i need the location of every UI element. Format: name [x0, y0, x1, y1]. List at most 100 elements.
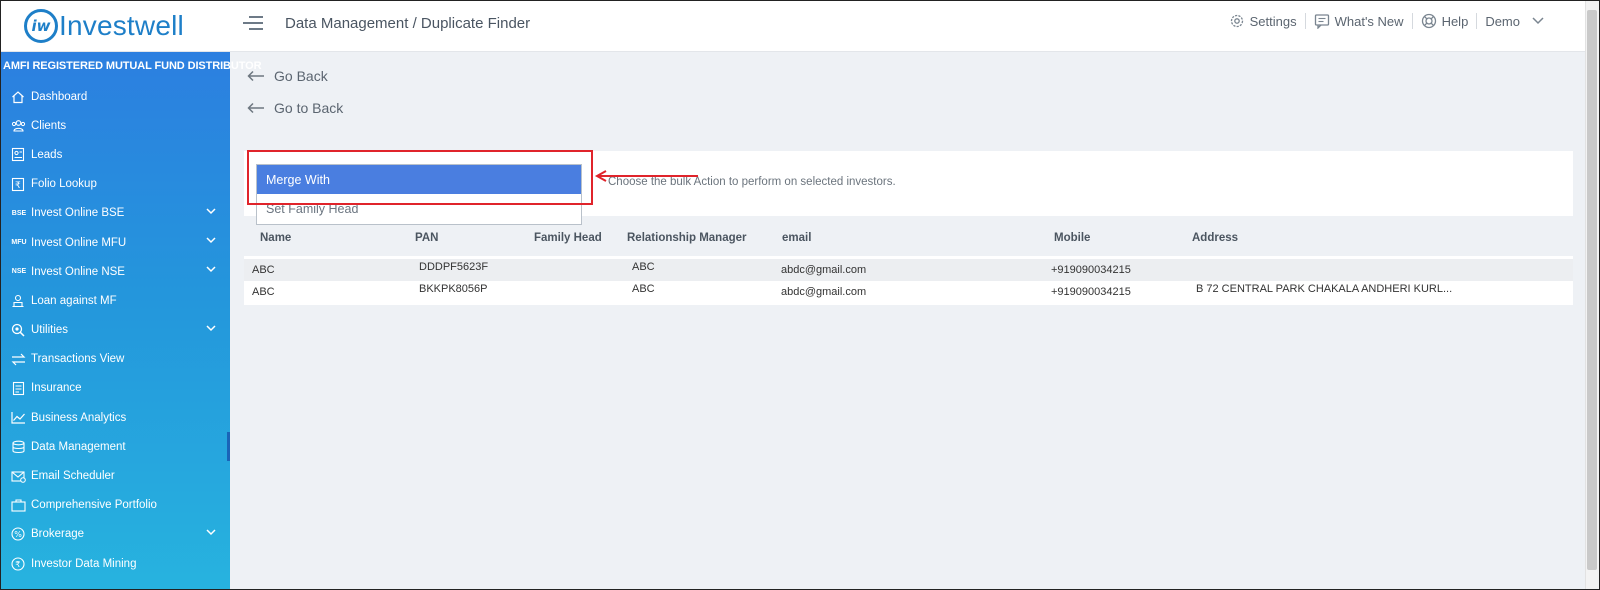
sidebar-item-label: Invest Online MFU — [31, 236, 127, 249]
breadcrumb: Data Management / Duplicate Finder — [285, 15, 531, 32]
table-row[interactable]: ABC BKKPK8056P ABC abdc@gmail.com +91909… — [244, 281, 1573, 303]
message-icon — [1314, 14, 1329, 29]
whats-new-link[interactable]: What's New — [1306, 13, 1412, 29]
go-back-link[interactable]: Go Back — [247, 68, 328, 84]
sidebar-item-label: Clients — [31, 119, 67, 132]
go-to-back-label: Go to Back — [274, 100, 344, 116]
whats-new-label: What's New — [1334, 13, 1404, 29]
logo[interactable]: iw Investwell — [24, 8, 184, 44]
sidebar-item-label: Business Analytics — [31, 411, 127, 424]
sidebar-item-folio-lookup[interactable]: ₹ Folio Lookup — [0, 170, 230, 199]
chevron-down-icon — [206, 208, 216, 214]
go-back-label: Go Back — [274, 68, 328, 84]
cell-pan: DDDPF5623F — [419, 261, 489, 273]
cell-address: B 72 CENTRAL PARK CHAKALA ANDHERI KURL..… — [1196, 283, 1453, 295]
chevron-down-icon — [206, 237, 216, 243]
column-header-relationship-manager[interactable]: Relationship Manager — [627, 232, 747, 244]
sidebar-item-investor-data-mining[interactable]: ₹ Investor Data Mining — [0, 549, 230, 578]
column-header-mobile[interactable]: Mobile — [1054, 232, 1090, 244]
cell-name: ABC — [252, 264, 275, 276]
analytics-icon — [10, 410, 26, 426]
column-header-name[interactable]: Name — [260, 232, 291, 244]
header-actions: Settings What's New Help Demo — [1221, 13, 1557, 29]
sidebar-item-email-scheduler[interactable]: Email Scheduler — [0, 461, 230, 490]
help-link[interactable]: Help — [1413, 13, 1477, 29]
help-label: Help — [1441, 13, 1469, 29]
arrow-left-icon — [247, 70, 264, 82]
top-bar: iw Investwell Data Management / Duplicat… — [0, 0, 1585, 52]
loan-icon — [10, 293, 26, 309]
column-header-address[interactable]: Address — [1192, 232, 1238, 244]
sidebar-item-clients[interactable]: Clients — [0, 111, 230, 140]
cell-rm: ABC — [632, 283, 655, 295]
sidebar-item-transactions-view[interactable]: Transactions View — [0, 345, 230, 374]
logo-badge-icon: iw — [24, 9, 58, 43]
sidebar-item-label: Data Management — [31, 440, 126, 453]
sidebar-item-business-analytics[interactable]: Business Analytics — [0, 403, 230, 432]
percent-icon: % — [10, 526, 26, 542]
settings-label: Settings — [1249, 13, 1297, 29]
sidebar-item-label: Invest Online NSE — [31, 265, 125, 278]
chevron-down-icon — [206, 266, 216, 273]
sidebar-menu: Dashboard Clients Leads ₹ Folio Lookup B… — [0, 82, 230, 578]
sidebar-item-label: Leads — [31, 148, 63, 161]
sidebar-item-invest-mfu[interactable]: MFU Invest Online MFU — [0, 228, 230, 257]
sidebar-item-brokerage[interactable]: % Brokerage — [0, 520, 230, 549]
cell-rm: ABC — [632, 261, 655, 273]
gear-icon — [1230, 14, 1243, 28]
sidebar-item-label: Brokerage — [31, 528, 85, 541]
chevron-down-icon — [206, 324, 216, 331]
users-icon — [10, 118, 26, 134]
insurance-icon — [10, 380, 26, 396]
sidebar-item-insurance[interactable]: Insurance — [0, 374, 230, 403]
cell-email: abdc@gmail.com — [781, 286, 867, 298]
sidebar-item-invest-bse[interactable]: BSE Invest Online BSE — [0, 199, 230, 228]
active-indicator — [227, 432, 230, 462]
svg-text:₹: ₹ — [15, 560, 20, 569]
data-icon — [10, 439, 26, 455]
sidebar-item-dashboard[interactable]: Dashboard — [0, 82, 230, 111]
leads-icon — [10, 147, 26, 163]
transfer-icon — [10, 351, 26, 367]
cell-name: ABC — [252, 286, 275, 298]
sidebar-item-leads[interactable]: Leads — [0, 140, 230, 169]
chevron-down-icon — [206, 529, 216, 535]
sidebar-item-label: Dashboard — [31, 90, 88, 103]
go-to-back-link[interactable]: Go to Back — [247, 100, 343, 116]
column-header-pan[interactable]: PAN — [415, 232, 438, 244]
svg-text:₹: ₹ — [15, 181, 21, 191]
cell-mobile: +919090034215 — [1051, 264, 1131, 276]
svg-text:%: % — [14, 530, 22, 539]
sidebar-item-invest-nse[interactable]: NSE Invest Online NSE — [0, 257, 230, 286]
arrow-left-annotation-icon — [594, 170, 698, 182]
home-icon — [10, 89, 26, 105]
column-header-family-head[interactable]: Family Head — [534, 232, 602, 244]
user-menu[interactable]: Demo — [1477, 14, 1557, 29]
user-name: Demo — [1485, 13, 1520, 29]
sidebar-item-label: Insurance — [31, 382, 82, 395]
menu-toggle-icon[interactable] — [243, 16, 263, 34]
sidebar-item-utilities[interactable]: Utilities — [0, 316, 230, 345]
column-header-email[interactable]: email — [782, 232, 811, 244]
mfu-icon: MFU — [11, 239, 27, 247]
utilities-icon — [10, 322, 26, 338]
sidebar-item-label: Transactions View — [31, 353, 125, 366]
rupee-doc-icon: ₹ — [10, 176, 26, 192]
chevron-down-icon — [1532, 17, 1544, 25]
email-icon — [10, 468, 26, 484]
sidebar-item-label: Invest Online BSE — [31, 207, 125, 220]
mining-icon: ₹ — [10, 556, 26, 572]
logo-text: Investwell — [59, 10, 184, 41]
sidebar-item-label: Folio Lookup — [31, 178, 97, 191]
sidebar-item-data-management[interactable]: Data Management — [0, 432, 230, 462]
portfolio-icon — [10, 497, 26, 513]
scrollbar-thumb[interactable] — [1587, 10, 1597, 570]
sidebar-item-loan[interactable]: Loan against MF — [0, 286, 230, 315]
sidebar-item-comprehensive-portfolio[interactable]: Comprehensive Portfolio — [0, 491, 230, 520]
sidebar-item-label: Comprehensive Portfolio — [31, 499, 157, 512]
cell-pan: BKKPK8056P — [419, 283, 488, 295]
arrow-left-icon — [247, 102, 264, 114]
cell-email: abdc@gmail.com — [781, 264, 867, 276]
settings-link[interactable]: Settings — [1221, 13, 1305, 29]
table-row[interactable]: ABC DDDPF5623F ABC abdc@gmail.com +91909… — [244, 259, 1573, 281]
